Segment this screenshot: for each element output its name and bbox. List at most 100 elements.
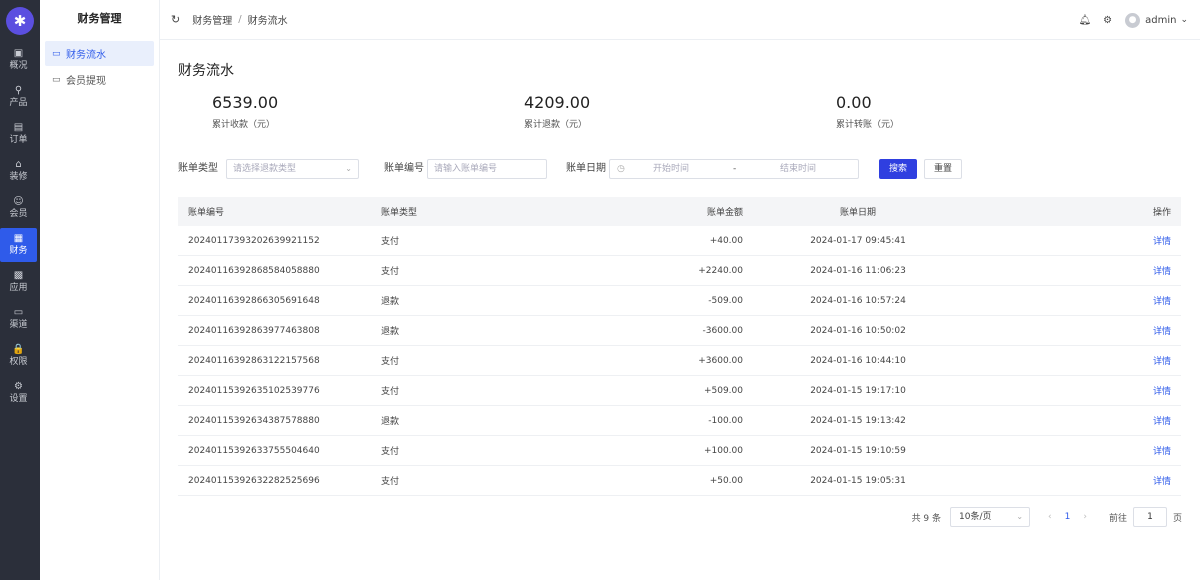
nav-item-label: 权限 <box>9 357 28 367</box>
nav-item-label: 应用 <box>9 283 28 293</box>
bill-number-cell: 20240115392632282525696 <box>188 475 320 486</box>
date-end-input[interactable]: 结束时间 <box>780 160 816 178</box>
date-range-separator: - <box>733 164 737 174</box>
page-number[interactable]: 1 <box>1065 512 1071 522</box>
column-header: 账单金额 <box>706 208 743 218</box>
detail-link[interactable]: 详情 <box>943 414 1181 427</box>
nav-item-label: 概况 <box>9 61 28 71</box>
nav-item[interactable]: ⚙ 设置 <box>0 376 37 410</box>
sidebar-item-member-withdraw[interactable]: ▭ 会员提现 <box>45 67 154 92</box>
bill-number-cell: 20240115392634387578880 <box>188 415 320 426</box>
nav-item[interactable]: 🔒 权限 <box>0 339 37 373</box>
goto-page-input[interactable]: 1 <box>1132 507 1167 527</box>
nav-item[interactable]: ▭ 渠道 <box>0 302 37 336</box>
stat-value: 6539.00 <box>212 93 279 112</box>
bill-type-cell: 退款 <box>381 417 400 427</box>
top-header: ↻ 财务管理 / 财务流水 🔔︎ ⚙ ● admin ⌄ <box>160 0 1200 40</box>
breadcrumb-separator: / <box>238 14 242 25</box>
username[interactable]: admin <box>1145 15 1176 26</box>
nav-item-label: 财务 <box>9 246 28 256</box>
bill-date-cell: 2024-01-16 11:06:23 <box>810 265 906 276</box>
breadcrumb-item[interactable]: 财务管理 <box>192 12 232 27</box>
clock-icon: ◷ <box>617 164 625 174</box>
nav-item[interactable]: ▣ 概况 <box>0 43 37 77</box>
bill-number-cell: 20240116392863122157568 <box>188 355 320 366</box>
bill-number-cell: 20240117393202639921152 <box>188 235 320 246</box>
detail-link[interactable]: 详情 <box>943 474 1181 487</box>
refresh-icon[interactable]: ↻ <box>171 13 180 26</box>
next-page-icon[interactable]: › <box>1083 512 1087 522</box>
avatar[interactable]: ● <box>1125 12 1141 28</box>
bill-date-cell: 2024-01-17 09:45:41 <box>810 235 906 246</box>
main-nav: ✱ ▣ 概况 ⚲ 产品 ▤ 订单 ⌂ 装修 ☺ 会员 ▦ 财务 ▩ 应用 ▭ 渠道 🔒 权限 ⚙ 设置 <box>0 0 40 580</box>
dashboard-icon: ▣ <box>13 48 24 59</box>
bill-type-cell: 支付 <box>381 447 400 457</box>
bill-number-placeholder: 请输入账单编号 <box>434 164 498 174</box>
bill-date-label: 账单日期 <box>566 163 606 174</box>
bill-date-cell: 2024-01-15 19:13:42 <box>810 415 906 426</box>
stat-value: 0.00 <box>836 93 872 112</box>
bill-type-cell: 支付 <box>381 267 400 277</box>
nav-item[interactable]: ▤ 订单 <box>0 117 37 151</box>
bill-date-cell: 2024-01-16 10:50:02 <box>810 325 906 336</box>
wallet-icon: ▭ <box>52 48 61 59</box>
nav-item[interactable]: ⌂ 装修 <box>0 154 37 188</box>
nav-item[interactable]: ▩ 应用 <box>0 265 37 299</box>
wallet-icon: ▭ <box>52 74 61 85</box>
bill-amount-cell: +50.00 <box>709 475 743 486</box>
search-button[interactable]: 搜索 <box>879 159 917 179</box>
bill-date-range[interactable]: ◷ 开始时间 - 结束时间 <box>609 159 859 179</box>
date-start-input[interactable]: 开始时间 <box>653 160 689 178</box>
stat-value: 4209.00 <box>524 93 591 112</box>
nav-items: ▣ 概况 ⚲ 产品 ▤ 订单 ⌂ 装修 ☺ 会员 ▦ 财务 ▩ 应用 ▭ 渠道 🔒 权限 ⚙ 设置 <box>0 43 40 410</box>
bill-type-cell: 支付 <box>381 357 400 367</box>
lock-icon: 🔒 <box>12 344 25 355</box>
bill-amount-cell: -3600.00 <box>702 325 743 336</box>
bill-number-label: 账单编号 <box>384 163 424 174</box>
nav-item-label: 产品 <box>9 98 28 108</box>
bill-type-cell: 支付 <box>381 477 400 487</box>
stat-label: 累计收款（元） <box>212 120 276 130</box>
sub-sidebar: 财务管理 ▭ 财务流水 ▭ 会员提现 <box>40 0 160 580</box>
table-row: 20240115392635102539776 支付 +509.00 2024-01-… <box>178 376 1181 406</box>
detail-link[interactable]: 详情 <box>943 384 1181 397</box>
page-size-select[interactable]: 10条/页 ⌄ <box>950 507 1031 527</box>
stat-total-refunded: 4209.00 累计退款（元） <box>524 93 590 130</box>
sidebar-item-label: 财务流水 <box>66 50 106 61</box>
nav-item[interactable]: ☺ 会员 <box>0 191 37 225</box>
detail-link[interactable]: 详情 <box>943 444 1181 457</box>
puzzle-logo-icon[interactable]: ✱ <box>6 7 34 35</box>
bill-type-select[interactable]: 请选择退款类型 ⌄ <box>226 159 359 179</box>
bill-amount-cell: +100.00 <box>703 445 743 456</box>
sidebar-item-finance-flow[interactable]: ▭ 财务流水 <box>45 41 154 66</box>
gear-icon[interactable]: ⚙ <box>1103 15 1112 26</box>
total-count: 共 9 条 <box>911 513 942 524</box>
detail-link[interactable]: 详情 <box>943 354 1181 367</box>
bill-type-cell: 退款 <box>381 327 400 337</box>
bill-type-cell: 支付 <box>381 387 400 397</box>
table-row: 20240116392863122157568 支付 +3600.00 2024-01… <box>178 346 1181 376</box>
chevron-down-icon: ⌄ <box>1016 512 1024 521</box>
nav-item[interactable]: ▦ 财务 <box>0 228 37 262</box>
column-header: 账单编号 <box>188 208 225 218</box>
bill-date-cell: 2024-01-15 19:10:59 <box>810 445 906 456</box>
detail-link[interactable]: 详情 <box>943 324 1181 337</box>
chevron-down-icon[interactable]: ⌄ <box>1180 15 1188 25</box>
table-row: 20240116392868584058880 支付 +2240.00 2024-01… <box>178 256 1181 286</box>
nav-item[interactable]: ⚲ 产品 <box>0 80 37 114</box>
channel-icon: ▭ <box>13 307 24 318</box>
column-header: 操作 <box>1152 208 1171 218</box>
detail-link[interactable]: 详情 <box>943 294 1181 307</box>
bill-type-placeholder: 请选择退款类型 <box>233 164 297 174</box>
stat-label: 累计退款（元） <box>524 120 588 130</box>
bell-icon[interactable]: 🔔︎ <box>1078 15 1091 26</box>
bill-number-cell: 20240116392863977463808 <box>188 325 320 336</box>
detail-link[interactable]: 详情 <box>943 234 1181 247</box>
bill-amount-cell: +2240.00 <box>698 265 743 276</box>
stat-total-received: 6539.00 累计收款（元） <box>212 93 278 130</box>
prev-page-icon[interactable]: ‹ <box>1048 512 1052 522</box>
bill-type-cell: 支付 <box>381 237 400 247</box>
bill-number-input[interactable]: 请输入账单编号 <box>427 159 547 179</box>
reset-button[interactable]: 重置 <box>924 159 962 179</box>
detail-link[interactable]: 详情 <box>943 264 1181 277</box>
